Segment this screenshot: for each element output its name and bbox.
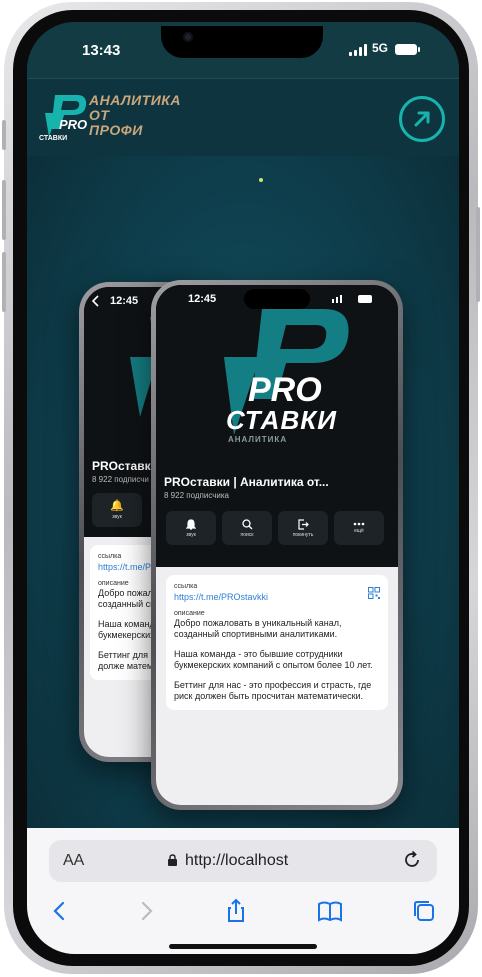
brand-line-2: ОТ [89, 107, 110, 123]
address-bar[interactable]: AA http://localhost [49, 840, 437, 882]
forward-icon[interactable] [133, 898, 159, 924]
mockup-front-desc-label: описание [174, 610, 205, 617]
qr-code-icon [368, 587, 380, 599]
mockup-action-sound: звук [166, 511, 216, 545]
power-button [476, 207, 480, 302]
mockup-front-info: ссылка https://t.me/PROstavkki описание … [156, 567, 398, 805]
mockup-front-desc-2: Наша команда - это бывшие сотрудники бук… [174, 649, 373, 670]
mockup-action-search: поиск [222, 511, 272, 545]
mockup-front-top: 12:45 PRO СТАВКИ АНАЛИТИКА PROставки | А… [156, 285, 398, 567]
mockup-front-time: 12:45 [188, 293, 217, 305]
phone-mockup-front: 12:45 PRO СТАВКИ АНАЛИТИКА PROставки | А… [151, 280, 403, 810]
mockup-action-leave-label: покинуть [292, 531, 314, 538]
action-button [2, 120, 6, 150]
volume-up-button [2, 180, 6, 240]
mockup-front-title: PROставки | Аналитика от... [164, 475, 329, 489]
leave-icon [297, 518, 309, 530]
mockup-front-desc-3: Беттинг для нас - это профессия и страст… [174, 680, 372, 701]
tabs-icon[interactable] [411, 898, 437, 924]
mockup-action-more-label: ещё [354, 528, 364, 534]
mockup-dynamic-island [244, 289, 310, 309]
network-label: 5G [372, 41, 389, 55]
share-icon[interactable] [223, 898, 249, 924]
mockup-front-desc-1: Добро пожаловать в уникальный канал, соз… [174, 618, 342, 639]
dynamic-island [161, 26, 323, 58]
bookmarks-icon[interactable] [317, 898, 343, 924]
back-icon[interactable] [47, 898, 73, 924]
chevron-left-icon [92, 295, 99, 307]
reader-options-button[interactable]: AA [63, 852, 84, 870]
lock-icon [168, 854, 177, 866]
mockup-front-subs: 8 922 подписчика [164, 491, 229, 500]
status-time: 13:43 [82, 42, 121, 59]
brand-line-3: ПРОФИ [89, 122, 143, 138]
home-indicator[interactable] [169, 944, 317, 949]
battery-icon [395, 44, 420, 55]
web-page[interactable]: PRO СТАВКИ АНАЛИТИКА ОТ ПРОФИ 12:45 PROс… [27, 78, 459, 828]
screen: 13:43 5G PRO СТАВКИ АНАЛИТИКА ОТ ПРОФИ 1… [27, 22, 459, 954]
reload-icon[interactable] [401, 849, 423, 871]
url-text[interactable]: http://localhost [185, 852, 288, 870]
mockup-back-action: 🔔 звук [92, 493, 142, 527]
open-link-button[interactable] [399, 96, 445, 142]
mockup-status-icons [332, 295, 372, 303]
mockup-action-search-label: поиск [240, 531, 254, 538]
pro-stavki-logo-icon[interactable]: PRO СТАВКИ [37, 91, 89, 143]
more-icon [353, 522, 365, 526]
mockup-front-screen: 12:45 PRO СТАВКИ АНАЛИТИКА PROставки | А… [156, 285, 398, 805]
logo-pro-text: PRO [59, 117, 87, 132]
safari-toolbar: AA http://localhost [27, 828, 459, 954]
mockup-back-time: 12:45 [110, 295, 139, 307]
mockup-back-action-label: звук [112, 514, 122, 520]
big-logo-analytics: АНАЛИТИКА [228, 435, 288, 444]
status-bar: 13:43 5G [27, 22, 459, 78]
site-header: PRO СТАВКИ АНАЛИТИКА ОТ ПРОФИ [27, 78, 459, 156]
camera-icon [183, 32, 193, 42]
mockup-action-bar: звук поиск покинуть ещё [166, 511, 384, 545]
search-icon [241, 518, 252, 529]
mockup-action-sound-label: звук [186, 531, 196, 538]
mockup-front-link: https://t.me/PROstavkki [174, 592, 269, 602]
mockup-front-card: ссылка https://t.me/PROstavkki описание … [166, 575, 388, 710]
mockup-front-link-label: ссылка [174, 583, 198, 590]
signal-icon [349, 44, 369, 56]
bell-icon [186, 518, 196, 530]
big-logo-stavki: СТАВКИ [226, 405, 337, 435]
bell-icon: 🔔 [110, 500, 124, 512]
mockup-back-title: PROставки [92, 459, 158, 473]
logo-sub-text: СТАВКИ [39, 135, 67, 142]
brand-line-1: АНАЛИТИКА [89, 92, 182, 108]
brand-tagline: АНАЛИТИКА ОТ ПРОФИ [89, 93, 181, 138]
volume-down-button [2, 252, 6, 312]
arrow-up-right-icon [414, 111, 430, 127]
mockup-back-subs: 8 922 подписчи [92, 475, 149, 484]
mockup-action-more: ещё [334, 511, 384, 545]
mockup-action-leave: покинуть [278, 511, 328, 545]
decorative-dot [259, 178, 263, 182]
